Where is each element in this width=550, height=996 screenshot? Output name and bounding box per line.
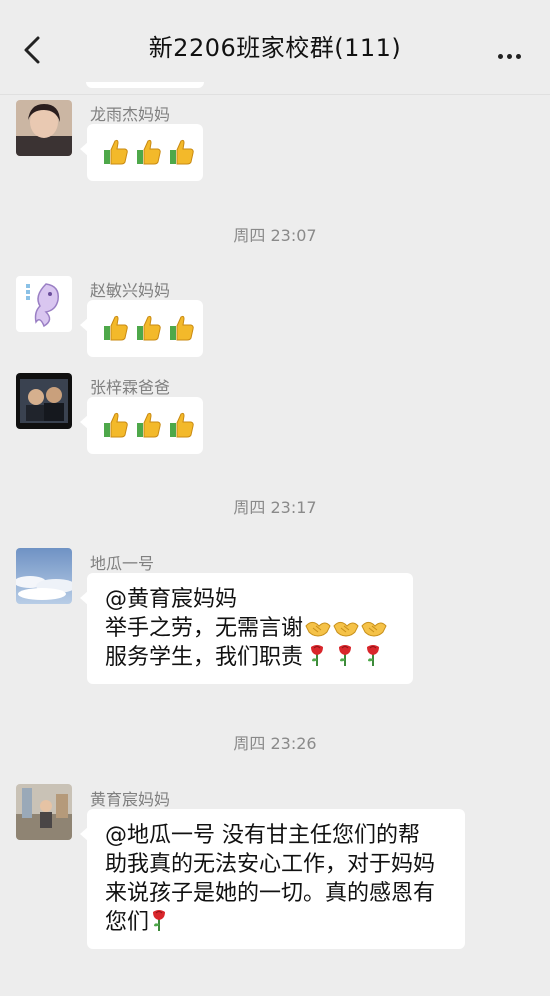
- sender-name: 赵敏兴妈妈: [90, 281, 171, 300]
- sender-name: 黄育宸妈妈: [90, 790, 171, 809]
- message-line-1: @黄育宸妈妈: [105, 587, 238, 612]
- handshake-icon: [361, 621, 387, 637]
- message-line-3: 来说孩子是她的一切。真的感恩有: [105, 881, 436, 906]
- message-line-2: 举手之劳，无需言谢: [105, 614, 395, 643]
- message-line-4: 您们: [105, 908, 447, 937]
- rose-icon: [339, 645, 352, 666]
- thumbs-up-icon: [170, 412, 194, 438]
- sender-name: 龙雨杰妈妈: [90, 105, 171, 124]
- rose-icon: [367, 645, 380, 666]
- avatar[interactable]: [16, 373, 72, 429]
- rose-icon: [153, 910, 166, 931]
- thumbs-up-icon: [170, 139, 194, 165]
- more-dots-icon: [498, 44, 525, 63]
- timestamp: 周四 23:17: [233, 498, 317, 517]
- message-bubble[interactable]: @黄育宸妈妈 举手之劳，无需言谢 服务学生，我们职责: [80, 573, 413, 684]
- sender-name: 地瓜一号: [90, 554, 155, 573]
- timestamp: 周四 23:26: [233, 734, 317, 753]
- previous-message-bubble: [86, 82, 204, 88]
- thumbs-up-icon: [104, 412, 128, 438]
- message-line-4-text: 您们: [105, 910, 150, 935]
- thumbs-up-icons: [103, 314, 197, 341]
- avatar[interactable]: [16, 548, 72, 604]
- thumbs-up-icon: [170, 315, 194, 341]
- message-line-2: 助我真的无法安心工作，对于妈妈: [105, 852, 436, 877]
- chat-header: 新2206班家校群(111): [0, 0, 550, 95]
- message-line-3: 服务学生，我们职责: [105, 643, 395, 672]
- more-button[interactable]: [498, 44, 526, 59]
- handshake-icons: [303, 616, 387, 641]
- thumbs-up-icons: [103, 138, 197, 165]
- thumbs-up-icons: [103, 411, 197, 438]
- message-bubble[interactable]: [80, 300, 203, 357]
- message-bubble[interactable]: @地瓜一号 没有甘主任您们的帮 助我真的无法安心工作，对于妈妈 来说孩子是她的一…: [80, 809, 465, 949]
- sender-name: 张梓霖爸爸: [90, 378, 171, 397]
- thumbs-up-icon: [104, 139, 128, 165]
- message-line-2-text: 举手之劳，无需言谢: [105, 616, 304, 641]
- timestamp: 周四 23:07: [233, 226, 317, 245]
- message-bubble[interactable]: [80, 397, 203, 454]
- thumbs-up-icon: [104, 315, 128, 341]
- thumbs-up-icon: [137, 315, 161, 341]
- rose-icons: [303, 645, 381, 670]
- rose-icon: [311, 645, 324, 666]
- message-line-1: @地瓜一号 没有甘主任您们的帮: [105, 823, 420, 848]
- chat-title: 新2206班家校群(111): [148, 34, 402, 62]
- message-bubble[interactable]: [80, 124, 203, 181]
- avatar[interactable]: [16, 276, 72, 332]
- avatar[interactable]: [16, 784, 72, 840]
- thumbs-up-icon: [137, 412, 161, 438]
- thumbs-up-icon: [137, 139, 161, 165]
- message-line-3-text: 服务学生，我们职责: [105, 645, 304, 670]
- handshake-icon: [305, 621, 331, 637]
- handshake-icon: [333, 621, 359, 637]
- avatar[interactable]: [16, 100, 72, 156]
